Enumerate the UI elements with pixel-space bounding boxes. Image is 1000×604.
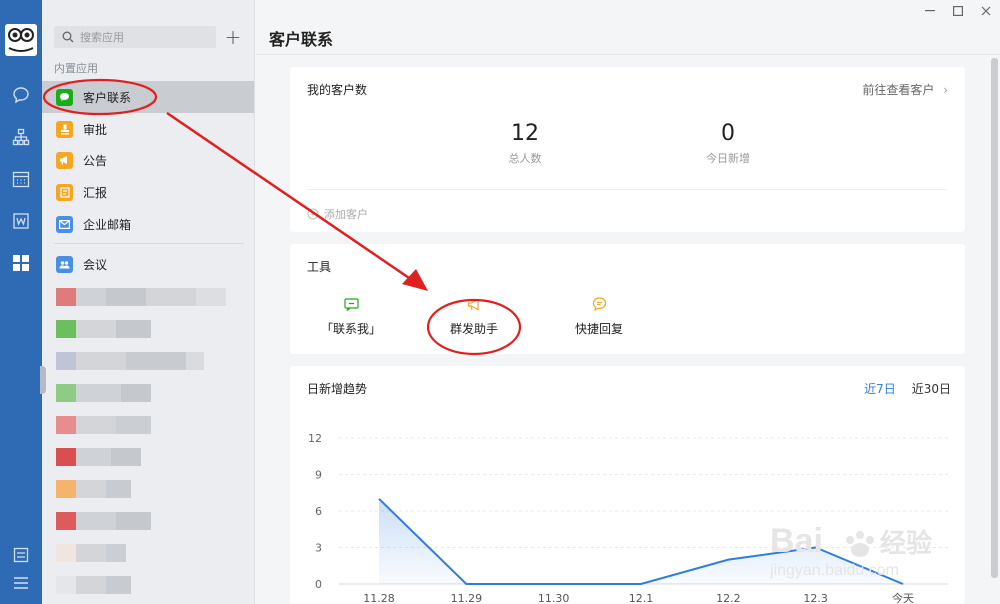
x-tick-label: 12.2: [716, 592, 741, 604]
page-title: 客户联系: [269, 30, 334, 49]
tool-mass-messaging[interactable]: 群发助手: [424, 294, 524, 337]
tool-quick-reply[interactable]: 快捷回复: [549, 294, 649, 337]
redacted-app-item: [56, 320, 151, 338]
view-customers-label: 前往查看客户: [862, 83, 935, 97]
x-tick-label: 11.30: [538, 592, 570, 604]
x-tick-label: 12.3: [803, 592, 828, 604]
svg-text:jingyan.baidu.com: jingyan.baidu.com: [770, 562, 899, 579]
customer-count-card: 我的客户数 前往查看客户 › 12 总人数 0 今日新增 添加客户: [290, 67, 965, 232]
card-divider: [307, 189, 947, 190]
total-count-value: 12: [511, 121, 539, 146]
maximize-icon[interactable]: [948, 2, 968, 20]
mail-icon: [56, 215, 73, 233]
chat-icon[interactable]: [0, 82, 42, 108]
svg-text:Bai: Bai: [770, 522, 823, 560]
search-box[interactable]: [54, 26, 216, 48]
x-tick-label: 12.1: [629, 592, 654, 604]
report-icon: [56, 183, 73, 201]
card-title: 工具: [307, 260, 332, 274]
minimize-icon[interactable]: [920, 2, 940, 20]
tool-label: 快捷回复: [574, 322, 623, 336]
add-customer-button[interactable]: 添加客户: [307, 206, 368, 222]
redacted-app-item: [56, 288, 226, 306]
app-item-approval[interactable]: 审批: [42, 113, 254, 145]
close-icon[interactable]: [976, 2, 996, 20]
redacted-app-item: [56, 512, 151, 530]
stamp-icon: [56, 120, 73, 138]
redacted-app-item: [56, 352, 204, 370]
today-new-value: 0: [721, 121, 735, 146]
document-icon[interactable]: [0, 208, 42, 234]
tool-label: 群发助手: [449, 322, 498, 336]
search-input[interactable]: [80, 30, 200, 44]
app-item-meeting[interactable]: 会议: [42, 248, 254, 280]
y-tick-label: 0: [315, 578, 322, 591]
app-item-label: 企业邮箱: [83, 217, 132, 232]
total-count-label: 总人数: [508, 152, 542, 165]
view-customers-link[interactable]: 前往查看客户 ›: [862, 81, 948, 98]
y-tick-label: 3: [315, 542, 322, 555]
y-tick-label: 9: [315, 469, 322, 482]
calendar-icon[interactable]: [0, 166, 42, 192]
today-new-stat: 0 今日新增: [648, 121, 808, 166]
title-divider: [256, 54, 1000, 55]
card-title: 我的客户数: [307, 83, 368, 97]
org-chart-icon[interactable]: [0, 124, 42, 150]
megaphone-icon: [424, 294, 524, 314]
vertical-scrollbar[interactable]: [991, 58, 998, 578]
quick-reply-icon: [549, 294, 649, 314]
x-tick-label: 11.28: [363, 592, 395, 604]
redacted-app-item: [56, 416, 151, 434]
app-item-label: 公告: [83, 153, 108, 168]
redacted-app-item: [56, 384, 151, 402]
main-content: 客户联系 我的客户数 前往查看客户 › 12 总人数 0 今日新增 添加客户 工…: [256, 0, 1000, 604]
app-item-label: 审批: [83, 122, 108, 137]
svg-text:经验: 经验: [880, 528, 932, 559]
y-tick-label: 6: [315, 505, 322, 518]
user-avatar[interactable]: [5, 24, 37, 56]
apps-grid-icon[interactable]: [0, 250, 42, 276]
search-icon: [62, 31, 74, 43]
app-item-report[interactable]: 汇报: [42, 176, 254, 208]
total-count-stat: 12 总人数: [445, 121, 605, 166]
megaphone-icon: [56, 151, 73, 169]
people-icon: [56, 255, 73, 273]
add-circle-icon: [307, 208, 319, 220]
tools-card: 工具 「联系我」 群发助手 快捷回复: [290, 244, 965, 354]
app-item-enterprise-mail[interactable]: 企业邮箱: [42, 208, 254, 240]
chevron-right-icon: ›: [943, 83, 948, 97]
tool-contact-me[interactable]: 「联系我」: [301, 294, 401, 337]
x-tick-label: 11.29: [451, 592, 483, 604]
redacted-app-item: [56, 480, 131, 498]
baidu-watermark: Bai 经验 jingyan.baidu.com: [770, 522, 932, 579]
today-new-label: 今日新增: [706, 152, 750, 165]
settings-icon[interactable]: [0, 542, 42, 568]
chat-bubble-icon: [56, 88, 73, 106]
x-tick-label: 今天: [892, 591, 914, 604]
add-customer-label: 添加客户: [324, 208, 368, 221]
add-app-button[interactable]: +: [222, 25, 244, 49]
section-divider: [54, 243, 244, 244]
redacted-app-item: [56, 576, 131, 594]
app-item-label: 客户联系: [83, 90, 132, 105]
app-item-label: 汇报: [83, 185, 108, 200]
redacted-app-item: [56, 448, 141, 466]
navigation-rail: [0, 0, 42, 604]
section-label: 内置应用: [54, 62, 98, 75]
app-item-announcement[interactable]: 公告: [42, 144, 254, 176]
redacted-app-item: [56, 544, 126, 562]
app-item-customer-contact[interactable]: 客户联系: [42, 81, 254, 113]
tool-label: 「联系我」: [320, 322, 381, 336]
contact-me-icon: [301, 294, 401, 314]
menu-icon[interactable]: [0, 570, 42, 596]
y-tick-label: 12: [308, 432, 322, 445]
app-list-panel: + 内置应用 客户联系 审批 公告 汇报 企业邮箱 会议: [42, 0, 255, 604]
panel-collapse-handle[interactable]: [40, 366, 46, 394]
app-item-label: 会议: [83, 257, 108, 272]
